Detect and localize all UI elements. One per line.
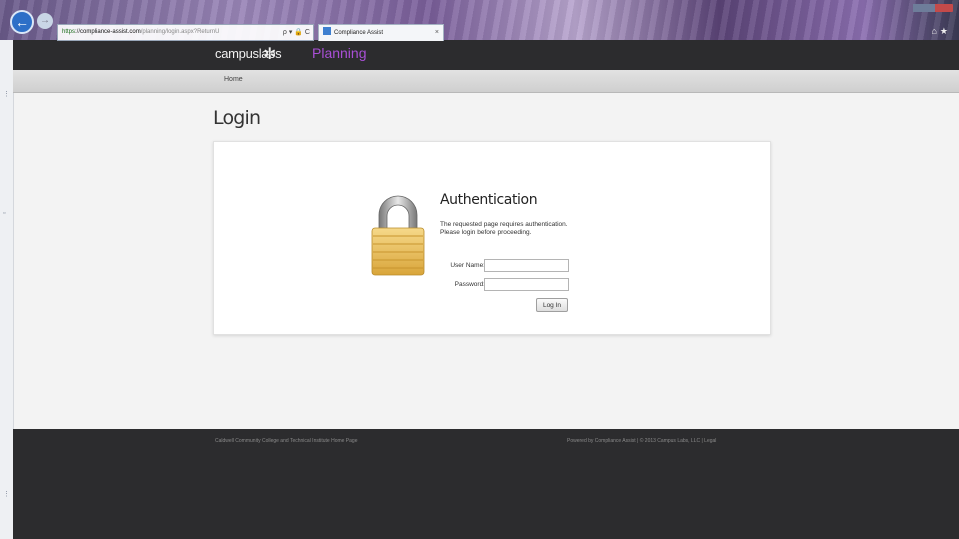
login-button[interactable]: Log In (536, 298, 568, 312)
address-controls[interactable]: ρ ▾ 🔒 C (283, 25, 310, 40)
nav-bar: Home (13, 70, 959, 93)
footer: Caldwell Community College and Technical… (13, 429, 959, 539)
auth-message-line: The requested page requires authenticati… (440, 221, 568, 228)
address-bar[interactable]: https://compliance-assist.com/planning/l… (57, 24, 314, 41)
auth-title: Authentication (440, 192, 538, 208)
auth-message-line: Please login before proceeding. (440, 229, 532, 236)
password-label: Password: (454, 281, 485, 288)
tab-close-icon[interactable]: × (435, 25, 439, 41)
campuslabs-logo-icon[interactable]: ✲ (263, 44, 276, 64)
forward-arrow-icon[interactable]: → (37, 13, 53, 29)
footer-home-link[interactable]: Caldwell Community College and Technical… (215, 438, 357, 444)
username-field[interactable] (484, 259, 569, 272)
gutter-mark-icon: ▫ (3, 210, 6, 217)
browser-side-gutter: ⋮ ▫ ⋮ (0, 40, 14, 539)
padlock-icon (371, 195, 425, 276)
password-field[interactable] (484, 278, 569, 291)
back-arrow-icon[interactable]: ← (10, 10, 34, 34)
product-name[interactable]: Planning (312, 45, 367, 61)
page-title: Login (213, 107, 261, 129)
login-card: Authentication The requested page requir… (213, 141, 771, 335)
nav-home-link[interactable]: Home (224, 76, 243, 83)
footer-copyright[interactable]: Powered by Compliance Assist | © 2013 Ca… (567, 438, 716, 444)
address-host: compliance-assist.com (80, 29, 141, 35)
auth-message: The requested page requires authenticati… (440, 221, 568, 237)
home-star-icons[interactable]: ⌂★ (931, 26, 951, 37)
tab-favicon-icon (323, 27, 331, 35)
address-scheme: https (62, 29, 76, 35)
app-header: campuslabs ✲ Planning (13, 40, 959, 70)
gutter-mark-icon: ⋮ (3, 491, 10, 498)
browser-tab[interactable]: Compliance Assist × (318, 24, 444, 41)
window-controls[interactable] (913, 4, 953, 12)
username-label: User Name: (450, 262, 485, 269)
tab-title: Compliance Assist (334, 30, 384, 36)
browser-chrome: ← → https://compliance-assist.com/planni… (0, 0, 959, 41)
address-path: /planning/login.aspx?ReturnU (140, 29, 220, 35)
gutter-mark-icon: ⋮ (3, 91, 10, 98)
minimize-icon[interactable] (913, 4, 935, 12)
